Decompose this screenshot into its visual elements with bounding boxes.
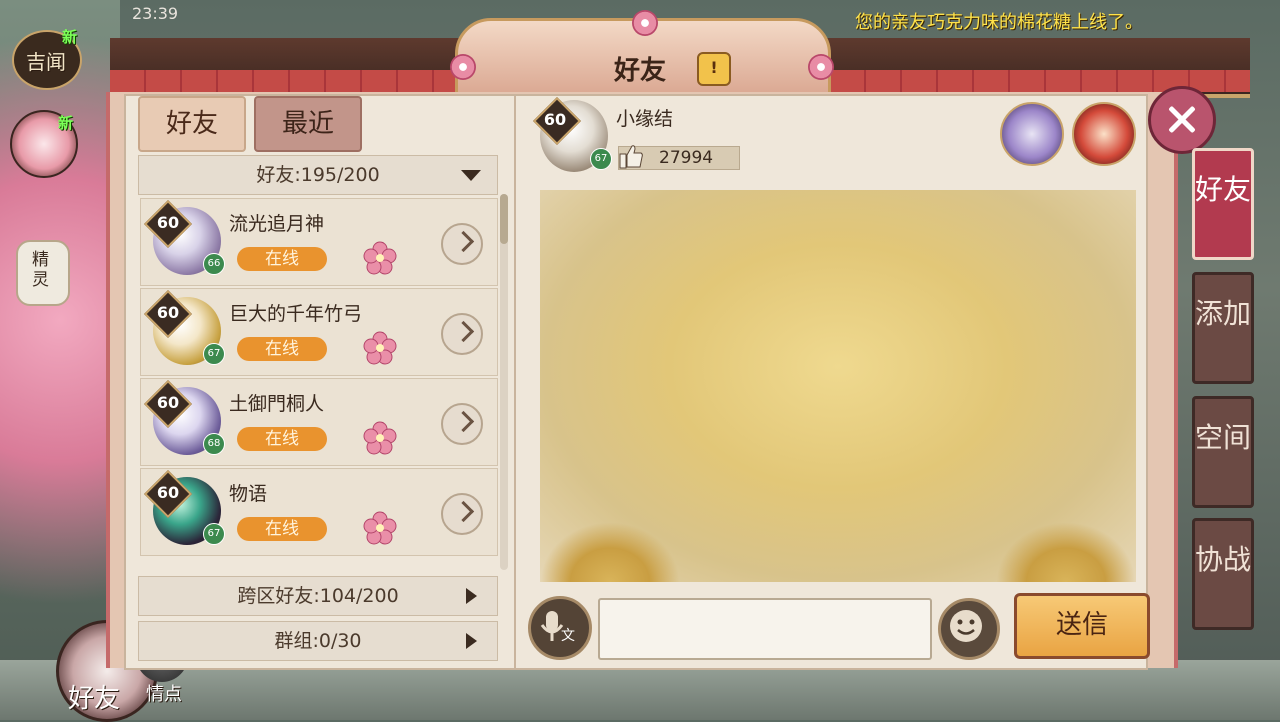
friend-row[interactable]: 60 67 物语 在线 (140, 468, 498, 556)
sub-level-badge: 67 (203, 343, 225, 365)
friends-scrollbar[interactable] (500, 194, 508, 570)
friends-menu-label: 好友 (68, 684, 121, 714)
notice-banner: 您的亲友巧克力味的棉花糖上线了。 (855, 12, 1143, 33)
chevron-right-icon (452, 410, 475, 433)
wave-decoration (996, 522, 1136, 582)
friend-row[interactable]: 60 67 巨大的千年竹弓 在线 (140, 288, 498, 376)
cross-server-section-header[interactable]: 跨区好友:104/200 (138, 576, 498, 616)
side-tab-friends[interactable]: 好友 (1192, 148, 1254, 260)
friend-row[interactable]: 60 66 流光追月神 在线 (140, 198, 498, 286)
status-clock: 23:39 (132, 4, 179, 23)
friend-name: 物语 (229, 483, 268, 505)
emoji-button[interactable] (938, 598, 1000, 660)
voice-label: 文 (561, 628, 575, 644)
chevron-down-icon (461, 170, 481, 181)
chevron-right-button[interactable] (441, 313, 483, 355)
thumbs-up-icon[interactable] (619, 143, 643, 169)
flower-icon (808, 54, 834, 80)
flower-icon (632, 10, 658, 36)
friend-name: 土御門桐人 (229, 393, 325, 415)
warning-icon[interactable]: ! (697, 52, 731, 86)
sub-level-badge: 66 (203, 253, 225, 275)
message-input[interactable] (598, 598, 932, 660)
level-text: 60 (156, 213, 180, 232)
chevron-right-button[interactable] (441, 493, 483, 535)
chevron-right-icon (452, 320, 475, 343)
chevron-right-icon (466, 588, 477, 604)
groups-section-header[interactable]: 群组:0/30 (138, 621, 498, 661)
friend-name: 巨大的千年竹弓 (229, 303, 363, 325)
chevron-right-icon (452, 230, 475, 253)
friend-row[interactable]: 60 68 土御門桐人 在线 (140, 378, 498, 466)
chevron-right-button[interactable] (441, 223, 483, 265)
spirit-label: 精灵 (32, 250, 49, 290)
like-count: 27994 (659, 148, 714, 168)
level-text: 60 (156, 483, 180, 502)
sakura-gift-icon[interactable] (363, 511, 397, 545)
chevron-right-icon (466, 633, 477, 649)
jiwen-label: 吉闻 (26, 50, 66, 74)
side-tab-space[interactable]: 空间 (1192, 396, 1254, 508)
side-tab-add[interactable]: 添加 (1192, 272, 1254, 384)
spot-label: 情点 (146, 684, 182, 705)
page-title: 好友 (613, 56, 666, 86)
tab-recent[interactable]: 最近 (254, 96, 362, 152)
chat-friend-name: 小缘结 (616, 108, 674, 130)
friends-count-label: 好友:195/200 (256, 164, 380, 186)
like-bar: 27994 (618, 143, 740, 170)
microphone-icon (540, 611, 564, 641)
level-text: 60 (156, 393, 180, 412)
voice-to-text-button[interactable]: 文 (528, 596, 592, 660)
sub-level-badge: 67 (203, 523, 225, 545)
status-badge: 在线 (237, 247, 327, 271)
sakura-gift-icon[interactable] (363, 331, 397, 365)
send-button[interactable]: 送信 (1014, 593, 1150, 659)
friend-name: 流光追月神 (229, 213, 325, 235)
sub-level-badge: 68 (203, 433, 225, 455)
status-badge: 在线 (237, 337, 327, 361)
new-badge: 新 (62, 28, 78, 46)
level-text: 60 (543, 110, 567, 129)
scroll-thumb[interactable] (500, 194, 508, 244)
sub-level-badge: 67 (590, 148, 612, 170)
background-left-sakura (0, 0, 120, 720)
status-badge: 在线 (237, 517, 327, 541)
flower-icon (450, 54, 476, 80)
gift-box-icon[interactable] (1072, 102, 1136, 166)
groups-label: 群组:0/30 (274, 630, 362, 652)
wave-decoration (540, 522, 680, 582)
cross-server-label: 跨区好友:104/200 (237, 585, 399, 607)
tab-friends[interactable]: 好友 (138, 96, 246, 152)
sakura-gift-icon[interactable] (363, 421, 397, 455)
side-tab-coop[interactable]: 协战 (1192, 518, 1254, 630)
chevron-right-icon (452, 500, 475, 523)
status-badge: 在线 (237, 427, 327, 451)
spirit-button[interactable]: 精灵 (16, 240, 70, 306)
chevron-right-button[interactable] (441, 403, 483, 445)
level-text: 60 (156, 303, 180, 322)
new-badge: 新 (58, 114, 74, 132)
gift-icon[interactable] (1000, 102, 1064, 166)
sakura-gift-icon[interactable] (363, 241, 397, 275)
emoji-icon (950, 610, 982, 642)
friends-section-header[interactable]: 好友:195/200 (138, 155, 498, 195)
chat-message-area (540, 190, 1136, 582)
close-button[interactable] (1148, 86, 1216, 154)
